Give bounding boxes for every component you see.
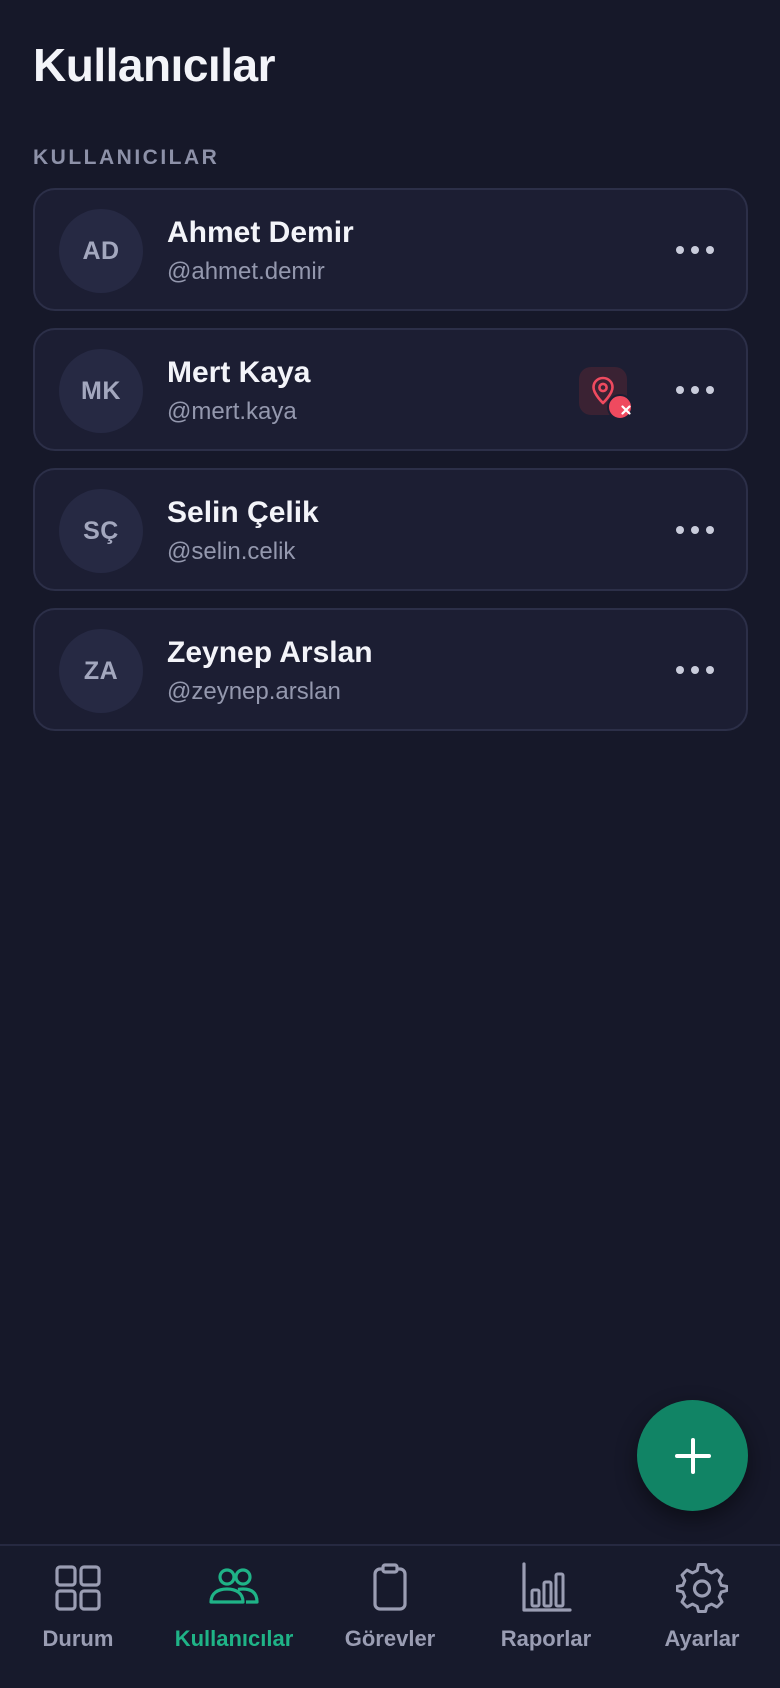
section-label: KULLANICILAR (33, 146, 220, 169)
nav-label: Ayarlar (664, 1626, 740, 1651)
add-user-button[interactable] (637, 1400, 748, 1511)
user-handle: @selin.celik (167, 538, 296, 565)
error-indicator (607, 394, 633, 420)
users-icon (209, 1568, 259, 1604)
more-horizontal-icon (676, 666, 714, 674)
user-list: AD Ahmet Demir @ahmet.demir MK Mert Kaya… (33, 188, 748, 748)
user-card-zeynep-arslan[interactable]: ZA Zeynep Arslan @zeynep.arslan (33, 608, 748, 731)
gear-icon (676, 1563, 728, 1613)
more-options-button[interactable] (670, 367, 720, 413)
user-card-ahmet-demir[interactable]: AD Ahmet Demir @ahmet.demir (33, 188, 748, 311)
nav-item-raporlar[interactable]: Raporlar (468, 1546, 624, 1688)
avatar: ZA (59, 629, 143, 713)
grid-icon (55, 1565, 101, 1611)
more-options-button[interactable] (670, 507, 720, 553)
nav-item-gorevler[interactable]: Görevler (312, 1546, 468, 1688)
user-card-selin-celik[interactable]: SÇ Selin Çelik @selin.celik (33, 468, 748, 591)
avatar: AD (59, 209, 143, 293)
more-horizontal-icon (676, 386, 714, 394)
user-name: Ahmet Demir (167, 216, 354, 249)
close-icon (621, 405, 631, 415)
nav-item-ayarlar[interactable]: Ayarlar (624, 1546, 780, 1688)
avatar: SÇ (59, 489, 143, 573)
location-error-badge[interactable] (579, 367, 633, 420)
nav-label: Durum (42, 1626, 114, 1651)
user-handle: @ahmet.demir (167, 258, 325, 285)
page-title: Kullanıcılar (33, 39, 275, 91)
nav-item-kullanicilar[interactable]: Kullanıcılar (156, 1546, 312, 1688)
user-handle: @mert.kaya (167, 398, 297, 425)
user-handle: @zeynep.arslan (167, 678, 341, 705)
nav-item-durum[interactable]: Durum (0, 1546, 156, 1688)
bar-chart-icon (522, 1562, 572, 1612)
avatar: MK (59, 349, 143, 433)
more-options-button[interactable] (670, 227, 720, 273)
user-name: Mert Kaya (167, 356, 311, 389)
more-horizontal-icon (676, 526, 714, 534)
clipboard-icon (373, 1563, 407, 1611)
user-name: Zeynep Arslan (167, 636, 373, 669)
nav-label: Raporlar (500, 1626, 592, 1651)
nav-label: Kullanıcılar (174, 1626, 294, 1651)
user-name: Selin Çelik (167, 496, 319, 529)
plus-icon (674, 1437, 711, 1474)
user-card-mert-kaya[interactable]: MK Mert Kaya @mert.kaya (33, 328, 748, 451)
bottom-nav: Durum Kullanıcılar Görevler Raporlar Aya… (0, 1544, 780, 1688)
nav-label: Görevler (344, 1626, 436, 1651)
more-horizontal-icon (676, 246, 714, 254)
more-options-button[interactable] (670, 647, 720, 693)
